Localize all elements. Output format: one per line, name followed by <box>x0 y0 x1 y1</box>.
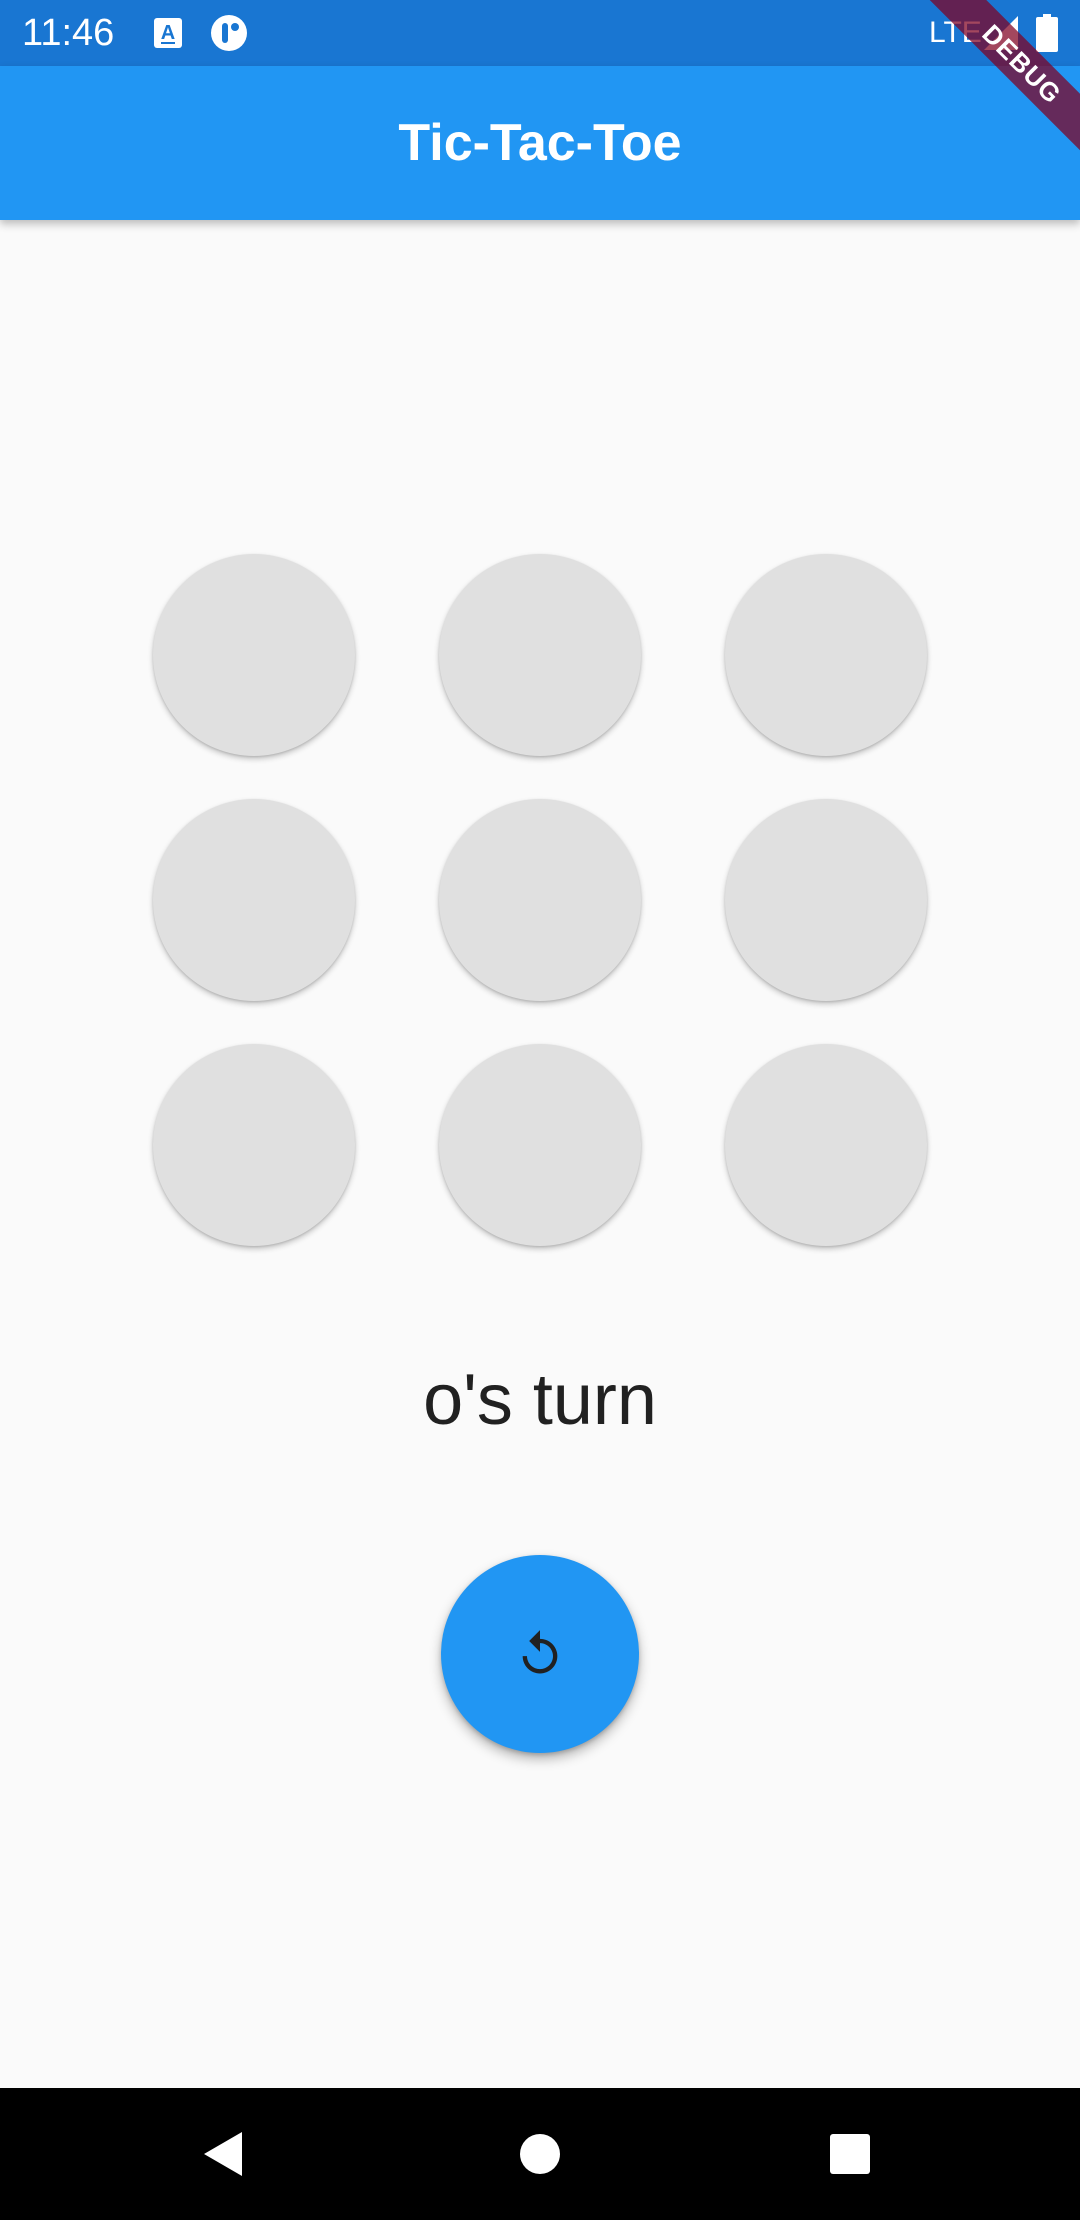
back-button[interactable] <box>160 2088 292 2220</box>
board-cell-3[interactable] <box>153 799 355 1001</box>
cell-mark <box>725 1044 927 1246</box>
app-bar: Tic-Tac-Toe <box>0 66 1080 220</box>
cell-mark <box>439 799 641 1001</box>
recents-icon <box>830 2134 870 2174</box>
cell-mark <box>439 1044 641 1246</box>
board-cell-7[interactable] <box>439 1044 641 1246</box>
turn-indicator: o's turn <box>423 1360 657 1440</box>
cell-mark <box>439 554 641 756</box>
cell-mark <box>153 554 355 756</box>
board-cell-0[interactable] <box>153 554 355 756</box>
board-cell-4[interactable] <box>439 799 641 1001</box>
home-button[interactable] <box>474 2088 606 2220</box>
reset-button[interactable] <box>441 1555 639 1753</box>
cell-mark <box>153 799 355 1001</box>
game-board <box>0 0 1080 2220</box>
recents-button[interactable] <box>784 2088 916 2220</box>
board-cell-5[interactable] <box>725 799 927 1001</box>
app-title: Tic-Tac-Toe <box>398 114 682 172</box>
board-cell-1[interactable] <box>439 554 641 756</box>
board-cell-2[interactable] <box>725 554 927 756</box>
home-icon <box>520 2134 560 2174</box>
back-icon <box>204 2132 242 2176</box>
board-cell-6[interactable] <box>153 1044 355 1246</box>
replay-icon <box>514 1628 566 1680</box>
cell-mark <box>153 1044 355 1246</box>
board-cell-8[interactable] <box>725 1044 927 1246</box>
cell-mark <box>725 799 927 1001</box>
system-nav-bar <box>0 2088 1080 2220</box>
cell-mark <box>725 554 927 756</box>
